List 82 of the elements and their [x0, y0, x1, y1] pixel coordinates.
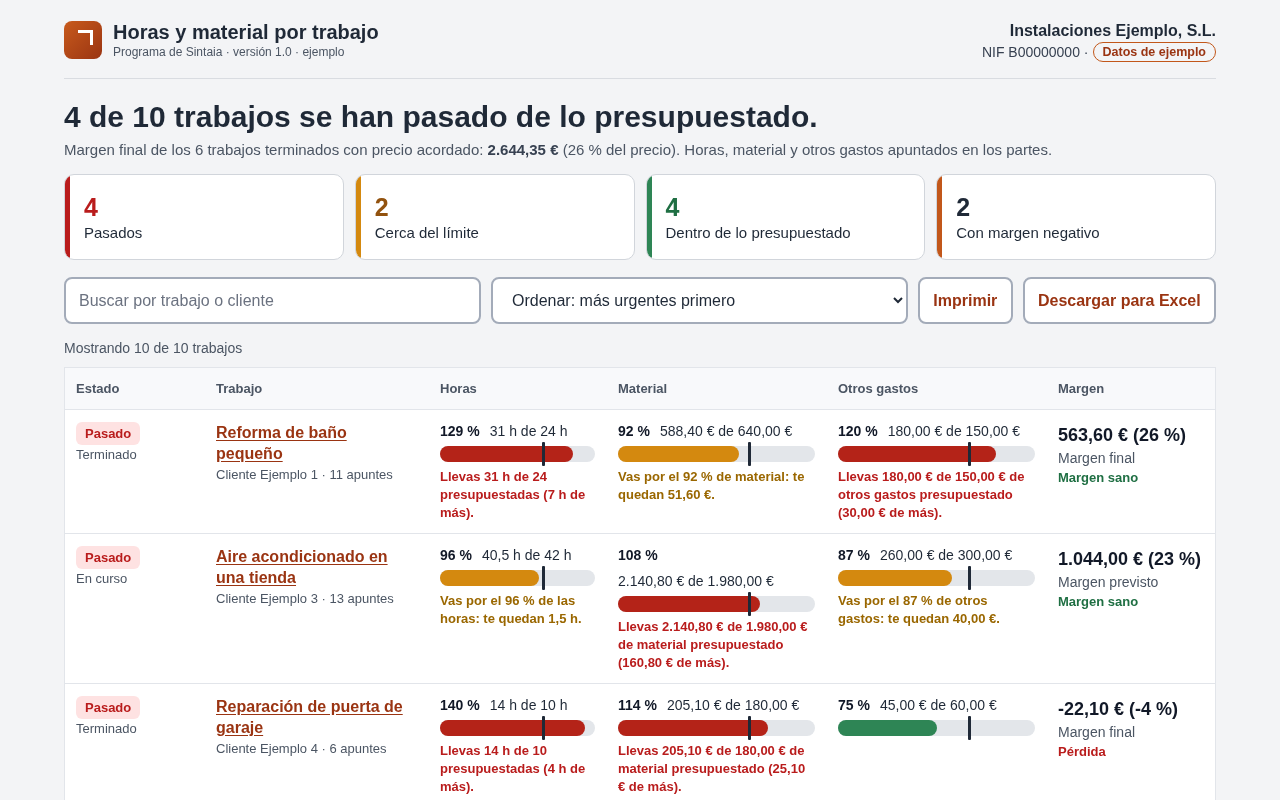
limit-marker-icon	[748, 442, 752, 466]
card-count: 4	[665, 194, 681, 220]
status-badge: Pasado	[76, 546, 141, 569]
usage-percent: 108 %	[618, 546, 658, 564]
margin-verdict: Margen sano	[1058, 469, 1140, 487]
usage-message: Llevas 14 h de 10 presupuestadas (4 h de más).	[440, 742, 587, 796]
usage-amount: 180,00 € de 150,00 €	[887, 422, 1021, 440]
limit-marker-icon	[542, 442, 546, 466]
column-header: Margen	[1057, 381, 1106, 396]
limit-marker-icon	[748, 592, 752, 616]
margin-label: Margen previsto	[1058, 573, 1160, 591]
status-badge: Pasado	[76, 422, 141, 445]
usage-percent: 114 %	[618, 696, 657, 714]
usage-percent: 87 %	[838, 546, 870, 564]
client-info: Cliente Ejemplo 4 · 6 apuntes	[216, 740, 388, 758]
column-header: Otros gastos	[837, 381, 920, 396]
usage-message: Llevas 180,00 € de 150,00 € de otros gastos presupuestado (30,00 € de más).	[838, 468, 1026, 522]
app-subtitle: Programa de Sintaia · versión 1.0 · ejemplo	[113, 44, 346, 61]
usage-amount: 2.140,80 € de 1.980,00 €	[618, 572, 774, 590]
card-label: Con margen negativo	[956, 223, 1101, 243]
margin-verdict: Pérdida	[1058, 743, 1107, 761]
limit-marker-icon	[968, 716, 972, 740]
margin-value: 563,60 € (26 %)	[1058, 424, 1188, 447]
app-logo-icon	[64, 21, 102, 59]
sort-select[interactable]: Ordenar: más urgentes primero	[491, 277, 908, 324]
usage-percent: 120 %	[838, 422, 878, 440]
usage-message: Vas por el 87 % de otros gastos: te quedan 40,00 €.	[838, 592, 1001, 628]
margin-value: -22,10 € (-4 %)	[1058, 698, 1180, 721]
job-stage: Terminado	[76, 720, 138, 738]
job-link[interactable]: Aire acondicionado en una tienda	[216, 546, 417, 588]
usage-message: Llevas 2.140,80 € de 1.980,00 € de material presupuestado (160,80 € de más).	[618, 618, 809, 672]
column-header: Material	[617, 381, 669, 396]
column-header: Estado	[75, 381, 121, 396]
margin-verdict: Margen sano	[1058, 593, 1140, 611]
status-badge: Pasado	[76, 696, 141, 719]
card-count: 2	[956, 194, 972, 220]
card-count: 4	[84, 194, 99, 220]
usage-percent: 129 %	[440, 422, 480, 440]
card-label: Cerca del límite	[374, 223, 480, 243]
limit-marker-icon	[542, 716, 546, 740]
action-button[interactable]: Imprimir	[918, 277, 1013, 324]
usage-message: Llevas 31 h de 24 presupuestadas (7 h de más).	[440, 468, 587, 522]
client-info: Cliente Ejemplo 1 · 11 apuntes	[216, 466, 394, 484]
usage-amount: 205,10 € de 180,00 €	[666, 696, 800, 714]
card-label: Dentro de lo presupuestado	[665, 223, 852, 243]
search-field[interactable]: Buscar por trabajo o cliente	[64, 277, 481, 324]
usage-message: Vas por el 96 % de las horas: te quedan 1,5 h.	[440, 592, 583, 628]
column-header: Horas	[439, 381, 478, 396]
tax-id: NIF B00000000 ·	[981, 44, 1089, 60]
usage-percent: 96 %	[440, 546, 472, 564]
card-label: Pasados	[84, 223, 144, 243]
limit-marker-icon	[748, 716, 752, 740]
usage-percent: 92 %	[618, 422, 650, 440]
margin-label: Margen final	[1058, 723, 1137, 741]
usage-amount: 260,00 € de 300,00 €	[879, 546, 1013, 564]
app-title: Horas y material por trabajo	[113, 21, 379, 43]
limit-marker-icon	[968, 566, 972, 590]
company-name: Instalaciones Ejemplo, S.L.	[1008, 21, 1216, 41]
client-info: Cliente Ejemplo 3 · 13 apuntes	[216, 590, 395, 608]
usage-amount: 14 h de 10 h	[489, 696, 568, 714]
column-header: Trabajo	[215, 381, 264, 396]
usage-percent: 140 %	[440, 696, 480, 714]
card-count: 2	[374, 194, 390, 220]
limit-marker-icon	[968, 442, 972, 466]
job-stage: Terminado	[76, 446, 138, 464]
usage-percent: 75 %	[838, 696, 870, 714]
summary-headline: 4 de 10 trabajos se han pasado de lo presupuestado.	[64, 99, 819, 135]
usage-amount: 45,00 € de 60,00 €	[879, 696, 997, 714]
job-link[interactable]: Reparación de puerta de garaje	[216, 696, 417, 738]
usage-amount: 588,40 € de 640,00 €	[659, 422, 793, 440]
action-button[interactable]: Descargar para Excel	[1022, 277, 1216, 324]
usage-amount: 40,5 h de 42 h	[481, 546, 572, 564]
job-link[interactable]: Reforma de baño pequeño	[216, 422, 417, 464]
result-count: Mostrando 10 de 10 trabajos	[64, 339, 244, 358]
limit-marker-icon	[542, 566, 546, 590]
usage-message: Vas por el 92 % de material: te quedan 51,60 €.	[618, 468, 806, 504]
margin-label: Margen final	[1058, 449, 1137, 467]
job-stage: En curso	[76, 570, 129, 588]
summary-note: Margen final de los 6 trabajos terminados con precio acordado: 2.644,35 € (26 % del precio). Horas, material y otros gastos apuntados en los partes.	[64, 140, 1054, 160]
usage-amount: 31 h de 24 h	[489, 422, 568, 440]
margin-value: 1.044,00 € (23 %)	[1058, 548, 1203, 571]
usage-message: Llevas 205,10 € de 180,00 € de material presupuestado (25,10 € de más).	[618, 742, 807, 796]
